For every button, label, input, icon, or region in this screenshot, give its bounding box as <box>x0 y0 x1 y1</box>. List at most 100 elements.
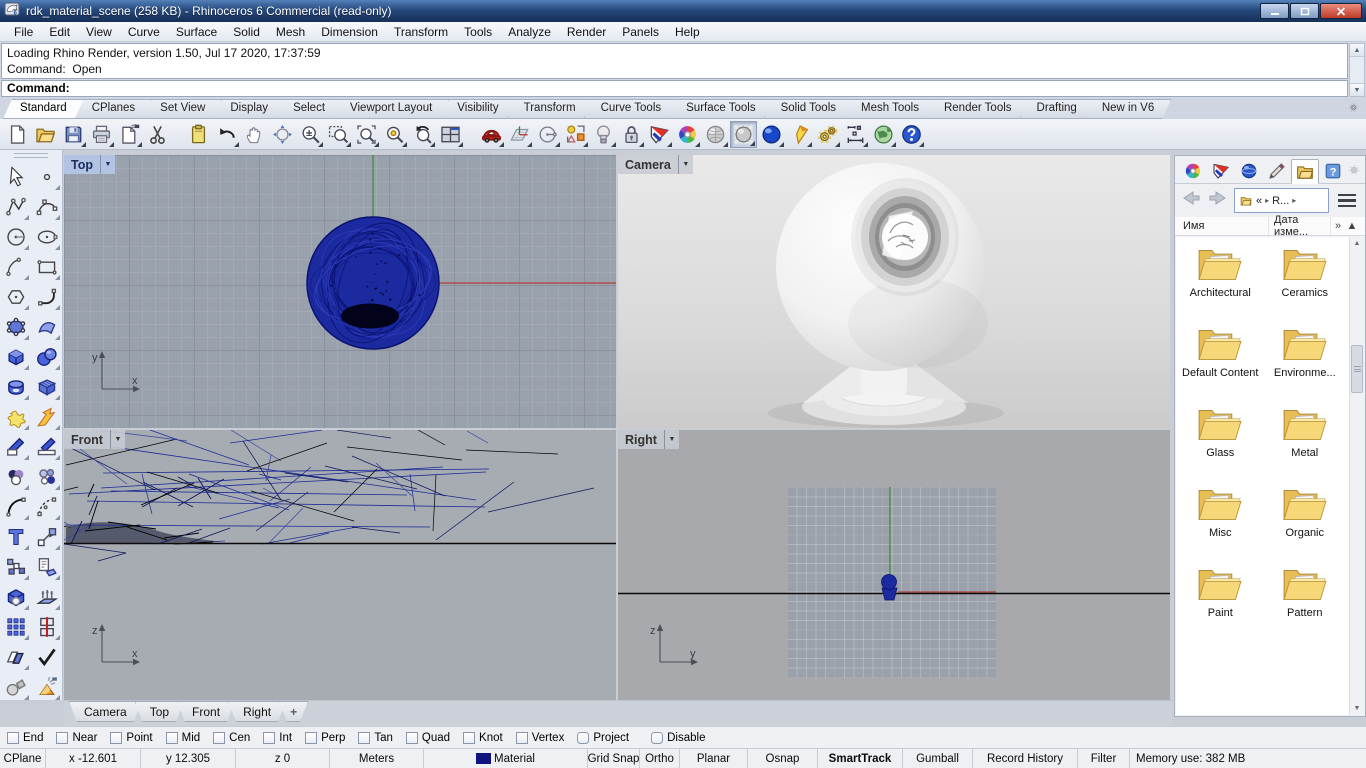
sidebar-tool-text[interactable] <box>2 523 30 551</box>
lock-button[interactable] <box>618 121 645 148</box>
zoom-dynamic-button[interactable] <box>297 121 324 148</box>
panel-tab-environment[interactable] <box>1235 158 1263 183</box>
circle-radius-button[interactable] <box>534 121 561 148</box>
menu-help[interactable]: Help <box>667 25 708 39</box>
sidebar-tool-point[interactable] <box>33 163 61 191</box>
toolbar-tab-render-tools[interactable]: Render Tools <box>927 99 1029 119</box>
sidebar-tool-solid-cube[interactable] <box>2 583 30 611</box>
folder-item[interactable]: Paint <box>1178 565 1263 620</box>
column-name[interactable]: Имя <box>1175 217 1269 235</box>
earth-button[interactable] <box>870 121 897 148</box>
status-cell-planar[interactable]: Planar <box>680 749 748 768</box>
copy-button[interactable] <box>116 121 143 148</box>
status-cell-gumball[interactable]: Gumball <box>903 749 973 768</box>
status-cell-meters[interactable]: Meters <box>330 749 424 768</box>
viewport-menu-arrow-icon[interactable]: ▼ <box>100 155 115 174</box>
render-button[interactable] <box>758 121 785 148</box>
pan-button[interactable] <box>241 121 268 148</box>
checkbox[interactable] <box>110 732 122 744</box>
paste-button[interactable] <box>185 121 212 148</box>
checkbox[interactable] <box>406 732 418 744</box>
checkbox[interactable] <box>7 732 19 744</box>
panel-tab-materials[interactable] <box>1207 158 1235 183</box>
scroll-up-icon[interactable]: ▲ <box>1345 220 1359 232</box>
scroll-up-icon[interactable]: ▲ <box>1350 237 1364 250</box>
tab-options-gear[interactable] <box>1347 101 1360 119</box>
folder-item[interactable]: Ceramics <box>1263 245 1348 300</box>
status-cell-filter[interactable]: Filter <box>1078 749 1130 768</box>
picking-cone-button[interactable] <box>786 121 813 148</box>
osnap-disable[interactable]: Disable <box>651 732 705 744</box>
viewport-page-tab-camera[interactable]: Camera <box>69 701 142 722</box>
menu-tools[interactable]: Tools <box>456 25 500 39</box>
sidebar-tool-box[interactable] <box>2 343 30 371</box>
viewport-top-label[interactable]: Top ▼ <box>64 155 115 174</box>
scroll-up-icon[interactable]: ▲ <box>1350 44 1364 57</box>
forward-arrow-icon[interactable] <box>1207 188 1229 213</box>
breadcrumb[interactable]: «▸ R...▸ <box>1234 188 1329 213</box>
osnap-knot[interactable]: Knot <box>463 732 503 744</box>
undo-view-button[interactable] <box>409 121 436 148</box>
viewport-camera-label[interactable]: Camera ▼ <box>618 155 693 174</box>
folder-item[interactable]: Pattern <box>1263 565 1348 620</box>
menu-view[interactable]: View <box>78 25 120 39</box>
menu-file[interactable]: File <box>6 25 41 39</box>
sidebar-tool-layers[interactable] <box>2 643 30 671</box>
folder-item[interactable]: Misc <box>1178 485 1263 540</box>
sidebar-tool-rebuild[interactable] <box>33 493 61 521</box>
osnap-near[interactable]: Near <box>56 732 97 744</box>
sidebar-tool-check[interactable] <box>33 643 61 671</box>
sidebar-tool-surface-grid[interactable] <box>33 373 61 401</box>
scroll-down-icon[interactable]: ▼ <box>1350 83 1364 96</box>
sidebar-tool-arc[interactable] <box>2 253 30 281</box>
breadcrumb-current[interactable]: R... <box>1272 195 1289 207</box>
materials-button[interactable] <box>646 121 673 148</box>
render-settings-button[interactable] <box>730 121 757 148</box>
viewport-page-tab-front[interactable]: Front <box>177 701 235 722</box>
sidebar-tool-array[interactable] <box>2 613 30 641</box>
toolbar-tab-viewport-layout[interactable]: Viewport Layout <box>333 99 449 119</box>
panel-tab-textures[interactable] <box>1263 158 1291 183</box>
sidebar-tool-control-point-curve[interactable] <box>33 193 61 221</box>
toolbar-tab-new-in-v6[interactable]: New in V6 <box>1085 99 1171 119</box>
viewport-menu-arrow-icon[interactable]: ▼ <box>664 430 679 449</box>
sidebar-tool-polyline[interactable] <box>2 193 30 221</box>
menu-analyze[interactable]: Analyze <box>500 25 559 39</box>
color-wheel-button[interactable] <box>674 121 701 148</box>
sidebar-tool-curve-boolean[interactable] <box>2 463 30 491</box>
cut-button[interactable] <box>144 121 171 148</box>
shaded-sphere-button[interactable] <box>702 121 729 148</box>
scroll-down-icon[interactable]: ▼ <box>1350 702 1364 715</box>
viewport-page-tab-right[interactable]: Right <box>228 701 286 722</box>
menu-edit[interactable]: Edit <box>41 25 78 39</box>
checkbox[interactable] <box>577 732 589 744</box>
sidebar-tool-ellipse[interactable] <box>33 223 61 251</box>
sidebar-tool-blocks[interactable] <box>2 553 30 581</box>
sidebar-grip[interactable] <box>14 157 48 158</box>
sidebar-tool-split[interactable] <box>33 433 61 461</box>
status-cell-osnap[interactable]: Osnap <box>748 749 818 768</box>
osnap-tan[interactable]: Tan <box>358 732 393 744</box>
osnap-quad[interactable]: Quad <box>406 732 450 744</box>
osnap-cen[interactable]: Cen <box>213 732 250 744</box>
back-arrow-icon[interactable] <box>1180 188 1202 213</box>
sidebar-tool-extrude[interactable] <box>33 583 61 611</box>
status-cell-grid-snap[interactable]: Grid Snap <box>588 749 640 768</box>
toolbar-tab-solid-tools[interactable]: Solid Tools <box>764 99 853 119</box>
checkbox[interactable] <box>463 732 475 744</box>
save-button[interactable] <box>60 121 87 148</box>
sidebar-tool-scale[interactable] <box>33 523 61 551</box>
toolbar-tab-select[interactable]: Select <box>276 99 342 119</box>
sidebar-tool-trim[interactable] <box>2 433 30 461</box>
cplane-button[interactable] <box>506 121 533 148</box>
folder-item[interactable]: Architectural <box>1178 245 1263 300</box>
new-file-button[interactable] <box>4 121 31 148</box>
menu-panels[interactable]: Panels <box>614 25 667 39</box>
status-cell-ortho[interactable]: Ortho <box>640 749 680 768</box>
sidebar-tool-group[interactable] <box>2 673 30 701</box>
sidebar-tool-boolean-union[interactable] <box>2 403 30 431</box>
sidebar-tool-point-cloud[interactable] <box>33 463 61 491</box>
status-cell-smarttrack[interactable]: SmartTrack <box>818 749 903 768</box>
osnap-end[interactable]: End <box>7 732 43 744</box>
close-button[interactable] <box>1320 3 1362 19</box>
